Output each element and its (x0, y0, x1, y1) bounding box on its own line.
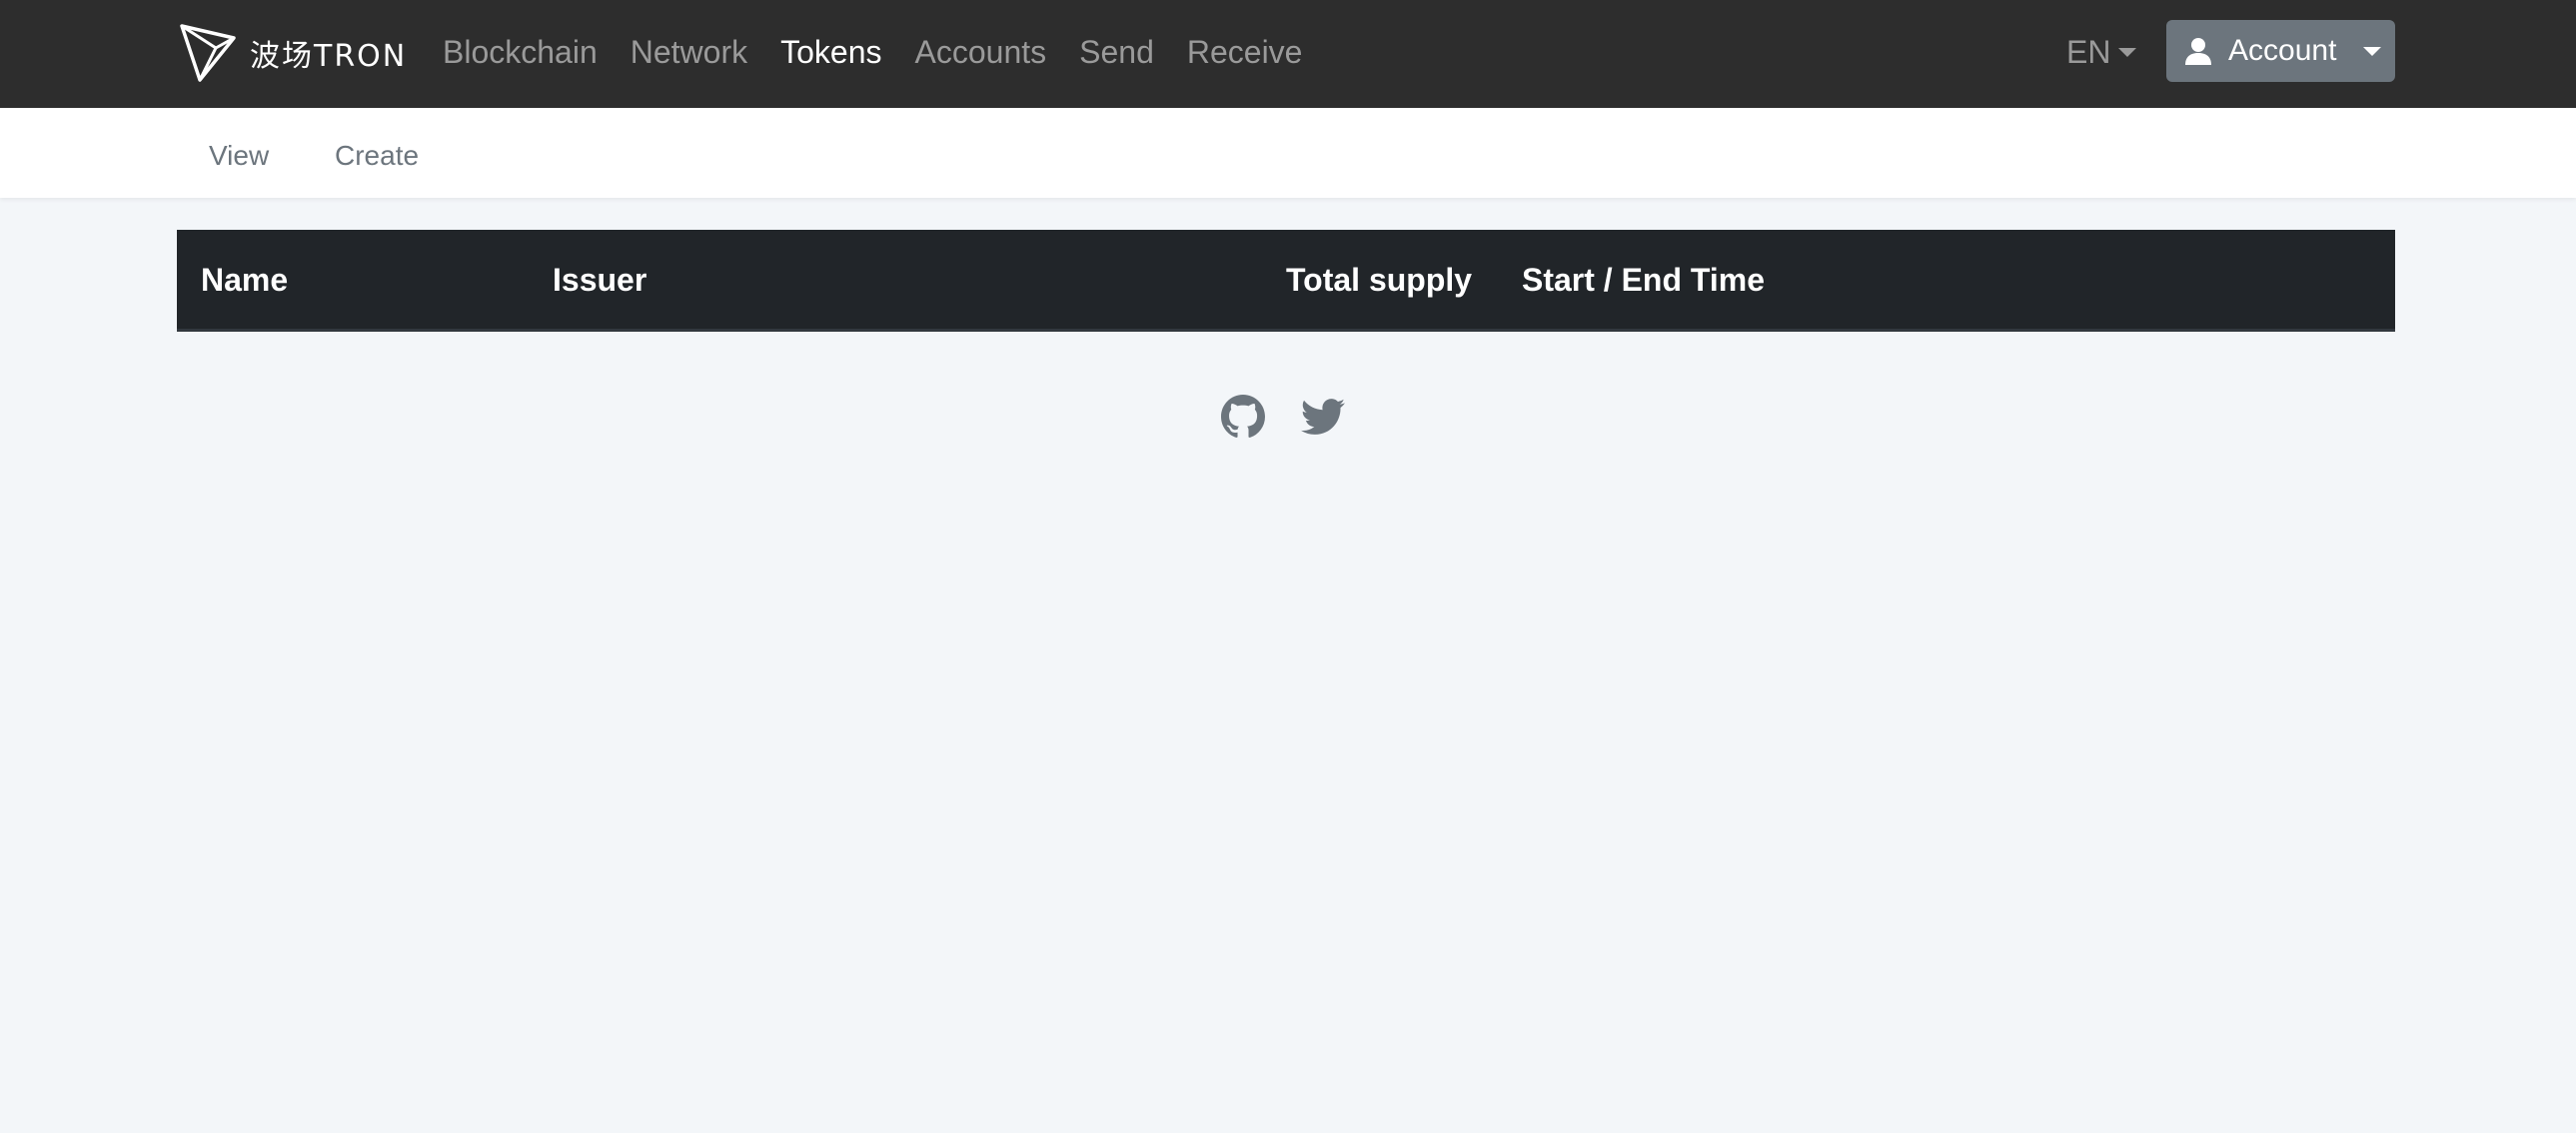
footer-social-links (1221, 395, 1345, 439)
column-header-total-supply[interactable]: Total supply (1286, 260, 1472, 300)
subnav-create[interactable]: Create (335, 136, 419, 176)
language-label: EN (2066, 34, 2111, 70)
account-label: Account (2228, 34, 2337, 67)
nav-network[interactable]: Network (631, 28, 747, 76)
account-dropdown-button[interactable]: Account (2166, 20, 2395, 82)
user-icon (2185, 38, 2211, 65)
tokens-table-header: Name Issuer Total supply Start / End Tim… (177, 230, 2395, 332)
column-header-issuer[interactable]: Issuer (553, 260, 646, 300)
main-nav: Blockchain Network Tokens Accounts Send … (443, 28, 1335, 76)
nav-send[interactable]: Send (1079, 28, 1154, 76)
nav-receive[interactable]: Receive (1187, 28, 1303, 76)
column-header-start-end-time[interactable]: Start / End Time (1522, 260, 1765, 300)
caret-down-icon[interactable] (2363, 47, 2381, 56)
nav-blockchain[interactable]: Blockchain (443, 28, 598, 76)
twitter-icon[interactable] (1301, 395, 1345, 439)
language-dropdown[interactable]: EN (2066, 28, 2137, 76)
top-navbar: 波场TRON Blockchain Network Tokens Account… (0, 0, 2576, 108)
subnav-view[interactable]: View (209, 136, 269, 176)
nav-tokens[interactable]: Tokens (780, 28, 881, 76)
github-icon[interactable] (1221, 395, 1265, 439)
column-header-name[interactable]: Name (201, 260, 288, 300)
logo-text: 波场TRON (250, 39, 408, 74)
caret-down-icon (2118, 47, 2137, 57)
sub-navbar: View Create (0, 108, 2576, 198)
tron-logo-icon (180, 24, 236, 82)
tron-logo[interactable]: 波场TRON (178, 20, 407, 86)
nav-accounts[interactable]: Accounts (915, 28, 1047, 76)
